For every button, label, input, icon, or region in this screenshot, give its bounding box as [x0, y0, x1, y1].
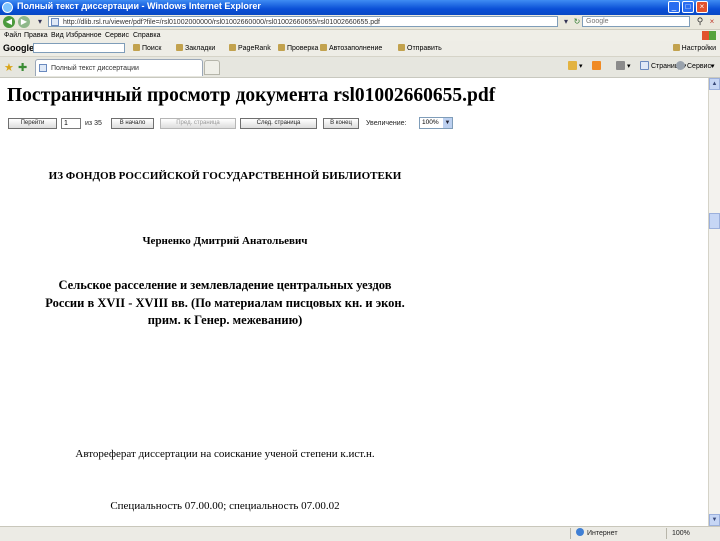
menu-tools[interactable]: Сервис [105, 30, 129, 41]
menu-edit[interactable]: Правка [24, 30, 48, 41]
status-separator [666, 528, 667, 539]
google-settings-button[interactable]: Настройки [673, 41, 716, 56]
tab-active[interactable]: Полный текст диссертации [35, 59, 203, 76]
zoom-label: Увеличение: [366, 120, 407, 127]
window-title: Полный текст диссертации - Windows Inter… [17, 1, 261, 11]
back-button[interactable]: ◀ [3, 16, 15, 28]
google-search-input[interactable] [33, 43, 125, 53]
menu-help[interactable]: Справка [133, 30, 160, 41]
address-bar: ◀ ▶ ▾ http://dlib.rsl.ru/viewer/pdf?file… [0, 15, 720, 30]
page-menu-icon [640, 61, 649, 70]
add-favorite-icon[interactable]: ✚ [18, 61, 27, 74]
status-zoom[interactable]: 100% [672, 527, 690, 540]
maximize-button[interactable]: □ [682, 1, 694, 13]
google-send-button[interactable]: Отправить [398, 41, 442, 56]
scroll-down-icon[interactable]: ▼ [709, 514, 720, 526]
forward-button[interactable]: ▶ [18, 16, 30, 28]
search-input[interactable]: Google [582, 16, 690, 27]
google-logo: Google [3, 43, 34, 53]
close-button[interactable]: × [696, 1, 708, 13]
page-count-label: из 35 [85, 120, 102, 127]
vertical-scrollbar[interactable]: ▲ ▼ [708, 78, 720, 526]
tab-title: Полный текст диссертации [51, 65, 139, 72]
google-autofill-button[interactable]: Автозаполнение [320, 41, 382, 56]
google-bookmarks-button[interactable]: Закладки [176, 41, 215, 56]
document-title: Сельское расселение и землевладение цент… [45, 278, 405, 327]
zoom-value: 100% [422, 119, 439, 126]
tab-bar: ★ ✚ Полный текст диссертации ▾ ▾ Страниц… [0, 57, 720, 78]
favorites-star-icon[interactable]: ★ [4, 61, 14, 74]
url-text: http://dlib.rsl.ru/viewer/pdf?file=/rsl0… [63, 19, 380, 26]
google-search-button[interactable]: Поиск [133, 41, 161, 56]
page-number-input[interactable]: 1 [61, 118, 81, 129]
page-title: Постраничный просмотр документа rsl01002… [7, 85, 496, 106]
ie-logo-icon [2, 2, 13, 13]
page-icon [51, 18, 59, 26]
gear-icon [676, 61, 685, 70]
first-page-button[interactable]: В начало [111, 118, 154, 129]
security-zone: Интернет [576, 527, 618, 540]
tools-menu-label: Сервис [687, 63, 711, 70]
search-icon[interactable]: ⚲ [694, 16, 706, 27]
toolbar-overflow-chevron-icon[interactable]: » [710, 61, 714, 73]
last-page-button[interactable]: В конец [323, 118, 359, 129]
scroll-up-icon[interactable]: ▲ [709, 78, 720, 90]
document-library-heading: ИЗ ФОНДОВ РОССИЙСКОЙ ГОСУДАРСТВЕННОЙ БИБ… [48, 170, 402, 182]
scroll-thumb[interactable] [709, 213, 720, 229]
stop-icon[interactable]: × [706, 16, 718, 27]
menu-view[interactable]: Вид [51, 30, 64, 41]
feeds-icon[interactable] [592, 61, 603, 73]
new-tab-button[interactable] [204, 60, 220, 75]
zoom-select[interactable]: 100% ▼ [419, 117, 453, 129]
google-check-button[interactable]: Проверка [278, 41, 318, 56]
status-separator [570, 528, 571, 539]
recent-pages-chevron-icon[interactable]: ▾ [34, 16, 46, 27]
window-title-bar[interactable]: Полный текст диссертации - Windows Inter… [0, 0, 720, 15]
menu-bar: Файл Правка Вид Избранное Сервис Справка [0, 30, 720, 41]
menu-file[interactable]: Файл [4, 30, 21, 41]
document-author: Черненко Дмитрий Анатольевич [142, 235, 308, 247]
next-page-button[interactable]: След. страница [240, 118, 317, 129]
menu-favorites[interactable]: Избранное [66, 30, 101, 41]
home-icon[interactable]: ▾ [568, 61, 583, 73]
goto-button[interactable]: Перейти [8, 118, 57, 129]
document-specialty: Специальность 07.00.00; специальность 07… [110, 500, 340, 512]
minimize-button[interactable]: _ [668, 1, 680, 13]
google-toolbar: Google Поиск Закладки PageRank Проверка … [0, 41, 720, 57]
print-icon[interactable]: ▾ [616, 61, 631, 73]
document-type: Автореферат диссертации на соискание уче… [75, 448, 375, 460]
tab-page-icon [39, 64, 47, 72]
tools-menu[interactable]: Сервис▾ [676, 61, 715, 73]
chevron-down-icon: ▼ [443, 118, 452, 128]
google-pagerank[interactable]: PageRank [229, 41, 271, 56]
url-input[interactable]: http://dlib.rsl.ru/viewer/pdf?file=/rsl0… [48, 16, 558, 27]
status-bar: Интернет 100% [0, 526, 720, 541]
prev-page-button[interactable]: Пред. страница [160, 118, 236, 129]
windows-logo-icon [702, 31, 716, 40]
